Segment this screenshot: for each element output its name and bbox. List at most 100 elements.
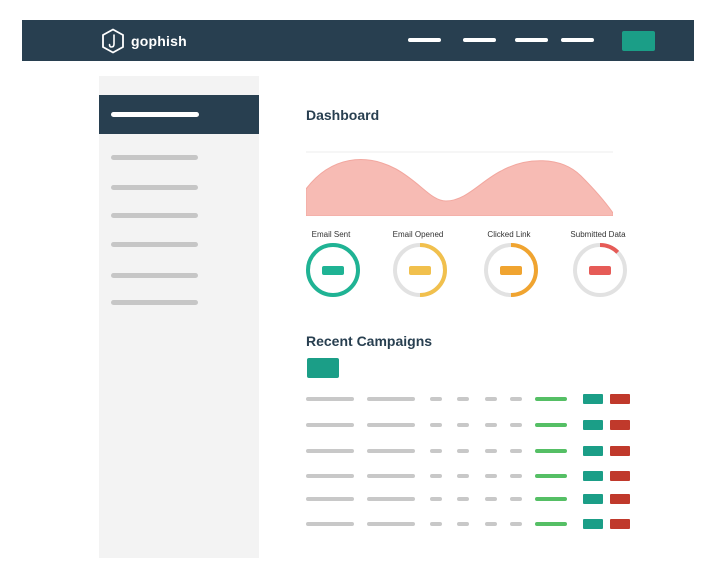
campaign-cell [430, 397, 442, 401]
page-title: Dashboard [306, 107, 380, 123]
nav-link[interactable] [463, 38, 496, 42]
stat-submitted-data: Submitted Data [563, 230, 633, 239]
stat-label: Clicked Link [487, 230, 531, 239]
campaign-cell [510, 423, 522, 427]
campaign-cell [485, 522, 497, 526]
campaign-row [306, 519, 632, 529]
campaign-cell [457, 474, 469, 478]
campaign-status [535, 423, 567, 427]
campaign-cell [457, 397, 469, 401]
campaign-cell [306, 423, 354, 427]
nav-link[interactable] [561, 38, 594, 42]
sidebar-item[interactable] [111, 155, 198, 160]
campaign-cell [430, 474, 442, 478]
campaign-cell [457, 497, 469, 501]
campaign-row [306, 494, 632, 504]
view-results-button[interactable] [583, 519, 603, 529]
delete-campaign-button[interactable] [610, 446, 630, 456]
campaign-cell [367, 449, 415, 453]
campaign-cell [306, 397, 354, 401]
stat-clicked-link: Clicked Link [474, 230, 544, 239]
campaign-cell [367, 497, 415, 501]
stat-value-pill [500, 266, 522, 275]
sidebar-item[interactable] [111, 213, 198, 218]
stat-label: Email Opened [392, 230, 444, 239]
stat-value-pill [322, 266, 344, 275]
campaign-cell [457, 522, 469, 526]
sidebar-item-active[interactable] [99, 95, 259, 134]
donut-clicked-link [484, 243, 538, 297]
delete-campaign-button[interactable] [610, 494, 630, 504]
delete-campaign-button[interactable] [610, 519, 630, 529]
recent-campaigns-title: Recent Campaigns [306, 333, 433, 349]
stat-email-opened: Email Opened [383, 230, 453, 239]
campaign-cell [367, 423, 415, 427]
campaign-status [535, 497, 567, 501]
campaign-cell [510, 522, 522, 526]
nav-action-button[interactable] [622, 31, 655, 51]
donut-email-opened [393, 243, 447, 297]
view-results-button[interactable] [583, 394, 603, 404]
campaign-cell [367, 522, 415, 526]
app-window: gophish Dashboard Email Sent Email Opene… [0, 0, 721, 565]
view-results-button[interactable] [583, 471, 603, 481]
view-results-button[interactable] [583, 420, 603, 430]
stat-label: Email Sent [311, 230, 351, 239]
campaign-cell [430, 423, 442, 427]
campaign-cell [510, 474, 522, 478]
delete-campaign-button[interactable] [610, 420, 630, 430]
view-results-button[interactable] [583, 494, 603, 504]
donut-email-sent [306, 243, 360, 297]
timeline-area [306, 159, 613, 216]
campaign-row [306, 446, 632, 456]
campaign-cell [430, 497, 442, 501]
sidebar-item[interactable] [111, 300, 198, 305]
stat-value-pill [589, 266, 611, 275]
campaign-status [535, 397, 567, 401]
campaign-cell [367, 397, 415, 401]
sidebar-item[interactable] [111, 242, 198, 247]
campaign-cell [306, 497, 354, 501]
campaign-cell [485, 423, 497, 427]
campaign-row [306, 420, 632, 430]
nav-link[interactable] [408, 38, 441, 42]
donut-submitted-data [573, 242, 627, 297]
stat-label: Submitted Data [570, 230, 626, 239]
campaign-cell [510, 497, 522, 501]
stat-value-pill [409, 266, 431, 275]
campaign-cell [457, 423, 469, 427]
new-campaign-button[interactable] [307, 358, 339, 378]
brand-name: gophish [131, 33, 187, 49]
campaign-status [535, 522, 567, 526]
campaign-cell [485, 449, 497, 453]
campaign-cell [306, 449, 354, 453]
brand-logo[interactable]: gophish [101, 28, 187, 54]
timeline-area-chart [306, 151, 613, 216]
stat-email-sent: Email Sent [296, 230, 366, 239]
delete-campaign-button[interactable] [610, 471, 630, 481]
sidebar-item[interactable] [111, 185, 198, 190]
sidebar-item[interactable] [111, 273, 198, 278]
campaign-cell [430, 522, 442, 526]
campaign-cell [485, 397, 497, 401]
top-navbar: gophish [22, 20, 694, 61]
campaign-cell [306, 474, 354, 478]
campaign-cell [485, 474, 497, 478]
campaign-cell [510, 449, 522, 453]
campaign-status [535, 449, 567, 453]
campaign-cell [485, 497, 497, 501]
gophish-hexagon-hook-icon [102, 28, 124, 54]
campaign-row [306, 471, 632, 481]
campaign-cell [430, 449, 442, 453]
campaign-cell [510, 397, 522, 401]
campaign-cell [457, 449, 469, 453]
view-results-button[interactable] [583, 446, 603, 456]
delete-campaign-button[interactable] [610, 394, 630, 404]
nav-link[interactable] [515, 38, 548, 42]
campaign-row [306, 394, 632, 404]
campaign-status [535, 474, 567, 478]
sidebar [99, 76, 259, 558]
campaign-cell [306, 522, 354, 526]
sidebar-item-label [111, 112, 199, 117]
campaign-cell [367, 474, 415, 478]
